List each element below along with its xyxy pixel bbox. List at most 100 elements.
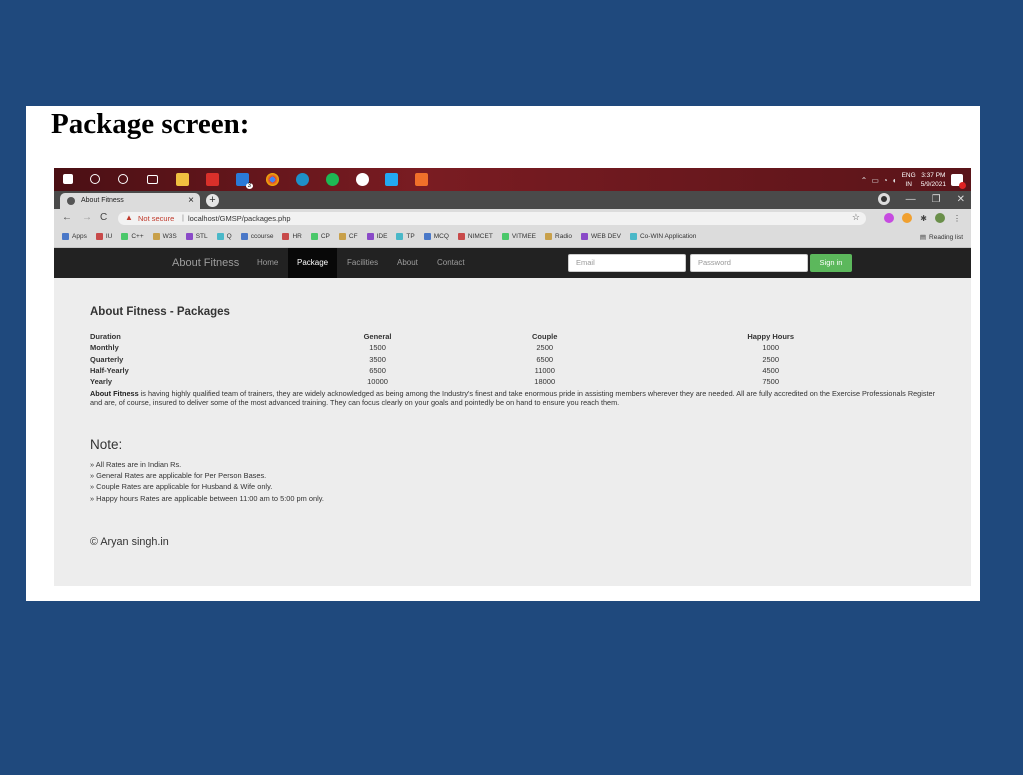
bookmark-item[interactable]: Radio <box>545 233 572 240</box>
bookmark-item[interactable]: C++ <box>121 233 144 240</box>
bookmark-item[interactable]: NIMCET <box>457 233 493 240</box>
nav-facilities[interactable]: Facilities <box>338 248 387 278</box>
tab-title: About Fitness <box>81 197 124 204</box>
bookmark-item[interactable]: STL <box>185 233 208 240</box>
windows-start-icon[interactable] <box>63 174 73 184</box>
notes-list: » All Rates are in Indian Rs. » General … <box>90 459 324 504</box>
nav-home[interactable]: Home <box>248 248 287 278</box>
bookmarks-bar: Apps IU C++ W3S STL Qccourse HR CP CF IDE TP MCQ NIM… <box>54 228 971 248</box>
extension-icon[interactable] <box>884 213 895 223</box>
bookmark-label: Apps <box>72 233 87 240</box>
nav-package[interactable]: Package <box>288 248 338 278</box>
chrome-icon[interactable] <box>266 173 279 186</box>
search-icon[interactable] <box>90 174 100 184</box>
url-separator: | <box>182 213 184 222</box>
reload-icon[interactable]: C <box>100 212 107 223</box>
bookmark-item[interactable]: IU <box>95 233 112 240</box>
spotify-icon[interactable] <box>326 173 339 186</box>
media-record-icon[interactable] <box>877 193 890 205</box>
bookmark-label: CF <box>348 233 358 240</box>
wifi-icon[interactable]: ◔ <box>883 176 888 185</box>
about-paragraph: About Fitness is having highly qualified… <box>90 389 948 407</box>
task-view-icon[interactable] <box>147 175 158 184</box>
globe-icon <box>67 197 75 205</box>
brand-link[interactable]: About Fitness <box>172 257 239 269</box>
language-indicator[interactable]: ENG IN <box>902 171 916 189</box>
bookmark-label: W3S <box>162 233 177 240</box>
restore-button[interactable]: ❐ <box>932 194 941 205</box>
bookmark-favicon-icon <box>366 233 374 240</box>
bookmark-item[interactable]: MCQ <box>423 233 449 240</box>
bookmark-item[interactable]: IDE <box>366 233 387 240</box>
bookmark-label: VITMEE <box>511 233 537 240</box>
bookmark-favicon-icon <box>95 233 103 240</box>
table-cell: Half-Yearly <box>90 366 129 376</box>
col-general: General <box>363 332 392 342</box>
close-tab-icon[interactable]: × <box>188 195 194 206</box>
cortana-icon[interactable] <box>118 174 128 184</box>
browser-tab[interactable]: About Fitness × <box>60 193 200 209</box>
address-bar[interactable]: ▲ Not secure | localhost/GMSP/packages.p… <box>118 212 866 225</box>
file-explorer-icon[interactable] <box>176 173 189 186</box>
table-cell: 10000 <box>367 377 388 387</box>
windows-taskbar: 3 ⌃ ▭ ◔ ◖ ENG IN 3:37 PM 5/9/2021 <box>54 168 971 191</box>
bookmark-item[interactable]: Co-WIN Application <box>629 233 696 240</box>
bookmark-star-icon[interactable]: ☆ <box>852 212 860 223</box>
bookmark-item[interactable]: Q <box>216 233 232 240</box>
chevron-up-icon[interactable]: ⌃ <box>861 176 868 185</box>
bookmark-item[interactable]: VITMEE <box>501 233 537 240</box>
edge-icon[interactable] <box>296 173 309 186</box>
clock-date: 5/9/2021 <box>920 181 946 188</box>
table-cell: 6500 <box>369 366 386 376</box>
record-app-icon[interactable] <box>356 173 369 186</box>
reading-list-icon: ▤ <box>919 234 927 241</box>
lang-line2: IN <box>905 181 912 188</box>
avatar[interactable] <box>935 213 945 223</box>
forward-icon[interactable]: → <box>82 212 92 223</box>
packages-table: Duration General Couple Happy Hours Mont… <box>90 331 917 387</box>
battery-icon[interactable]: ▭ <box>871 176 879 185</box>
sign-in-button[interactable]: Sign in <box>810 254 852 272</box>
system-tray: ⌃ ▭ ◔ ◖ ENG IN 3:37 PM 5/9/2021 <box>861 171 966 189</box>
warning-icon: ▲ <box>125 213 133 222</box>
vscode-icon[interactable] <box>385 173 398 186</box>
bookmark-item[interactable]: HR <box>282 233 302 240</box>
bookmark-item[interactable]: TP <box>396 233 415 240</box>
bookmark-label: MCQ <box>433 233 449 240</box>
close-window-button[interactable]: ✕ <box>957 194 965 205</box>
bookmark-favicon-icon <box>185 233 193 240</box>
pdf-reader-icon[interactable] <box>206 173 219 186</box>
table-row: Quarterly 3500 6500 2500 <box>90 354 917 365</box>
col-couple: Couple <box>532 332 558 342</box>
email-field[interactable]: Email <box>568 254 686 272</box>
bookmark-item[interactable]: W3S <box>152 233 177 240</box>
bookmark-favicon-icon <box>152 233 160 240</box>
reading-list-button[interactable]: ▤ Reading list <box>919 233 963 242</box>
nav-about[interactable]: About <box>388 248 427 278</box>
mail-icon[interactable]: 3 <box>236 173 253 189</box>
notification-icon[interactable] <box>951 174 966 189</box>
puzzle-icon[interactable]: ✱ <box>920 214 927 223</box>
bookmark-item[interactable]: CP <box>310 233 330 240</box>
table-cell: Quarterly <box>90 354 124 364</box>
kebab-menu-icon[interactable]: ⋮ <box>953 214 961 223</box>
clock[interactable]: 3:37 PM 5/9/2021 <box>921 171 946 189</box>
minimize-button[interactable]: — <box>906 194 916 205</box>
bookmark-label: STL <box>195 233 208 240</box>
new-tab-button[interactable]: + <box>206 194 219 207</box>
bookmark-label: Radio <box>555 233 572 240</box>
bookmark-item[interactable]: Apps <box>62 233 87 240</box>
xampp-icon[interactable] <box>415 173 428 186</box>
bookmark-item[interactable]: WEB DEV <box>581 233 621 240</box>
volume-icon[interactable]: ◖ <box>892 176 897 185</box>
extension-icon[interactable] <box>902 213 913 223</box>
security-label[interactable]: Not secure <box>138 214 174 223</box>
note-item: » Happy hours Rates are applicable betwe… <box>90 493 324 503</box>
password-field[interactable]: Password <box>690 254 808 272</box>
nav-contact[interactable]: Contact <box>428 248 474 278</box>
bookmark-favicon-icon <box>423 233 431 240</box>
back-icon[interactable]: ← <box>62 212 72 223</box>
bookmark-item[interactable]: CF <box>338 233 358 240</box>
bookmark-item[interactable]: ccourse <box>240 233 273 240</box>
reading-list-label: Reading list <box>929 233 963 241</box>
